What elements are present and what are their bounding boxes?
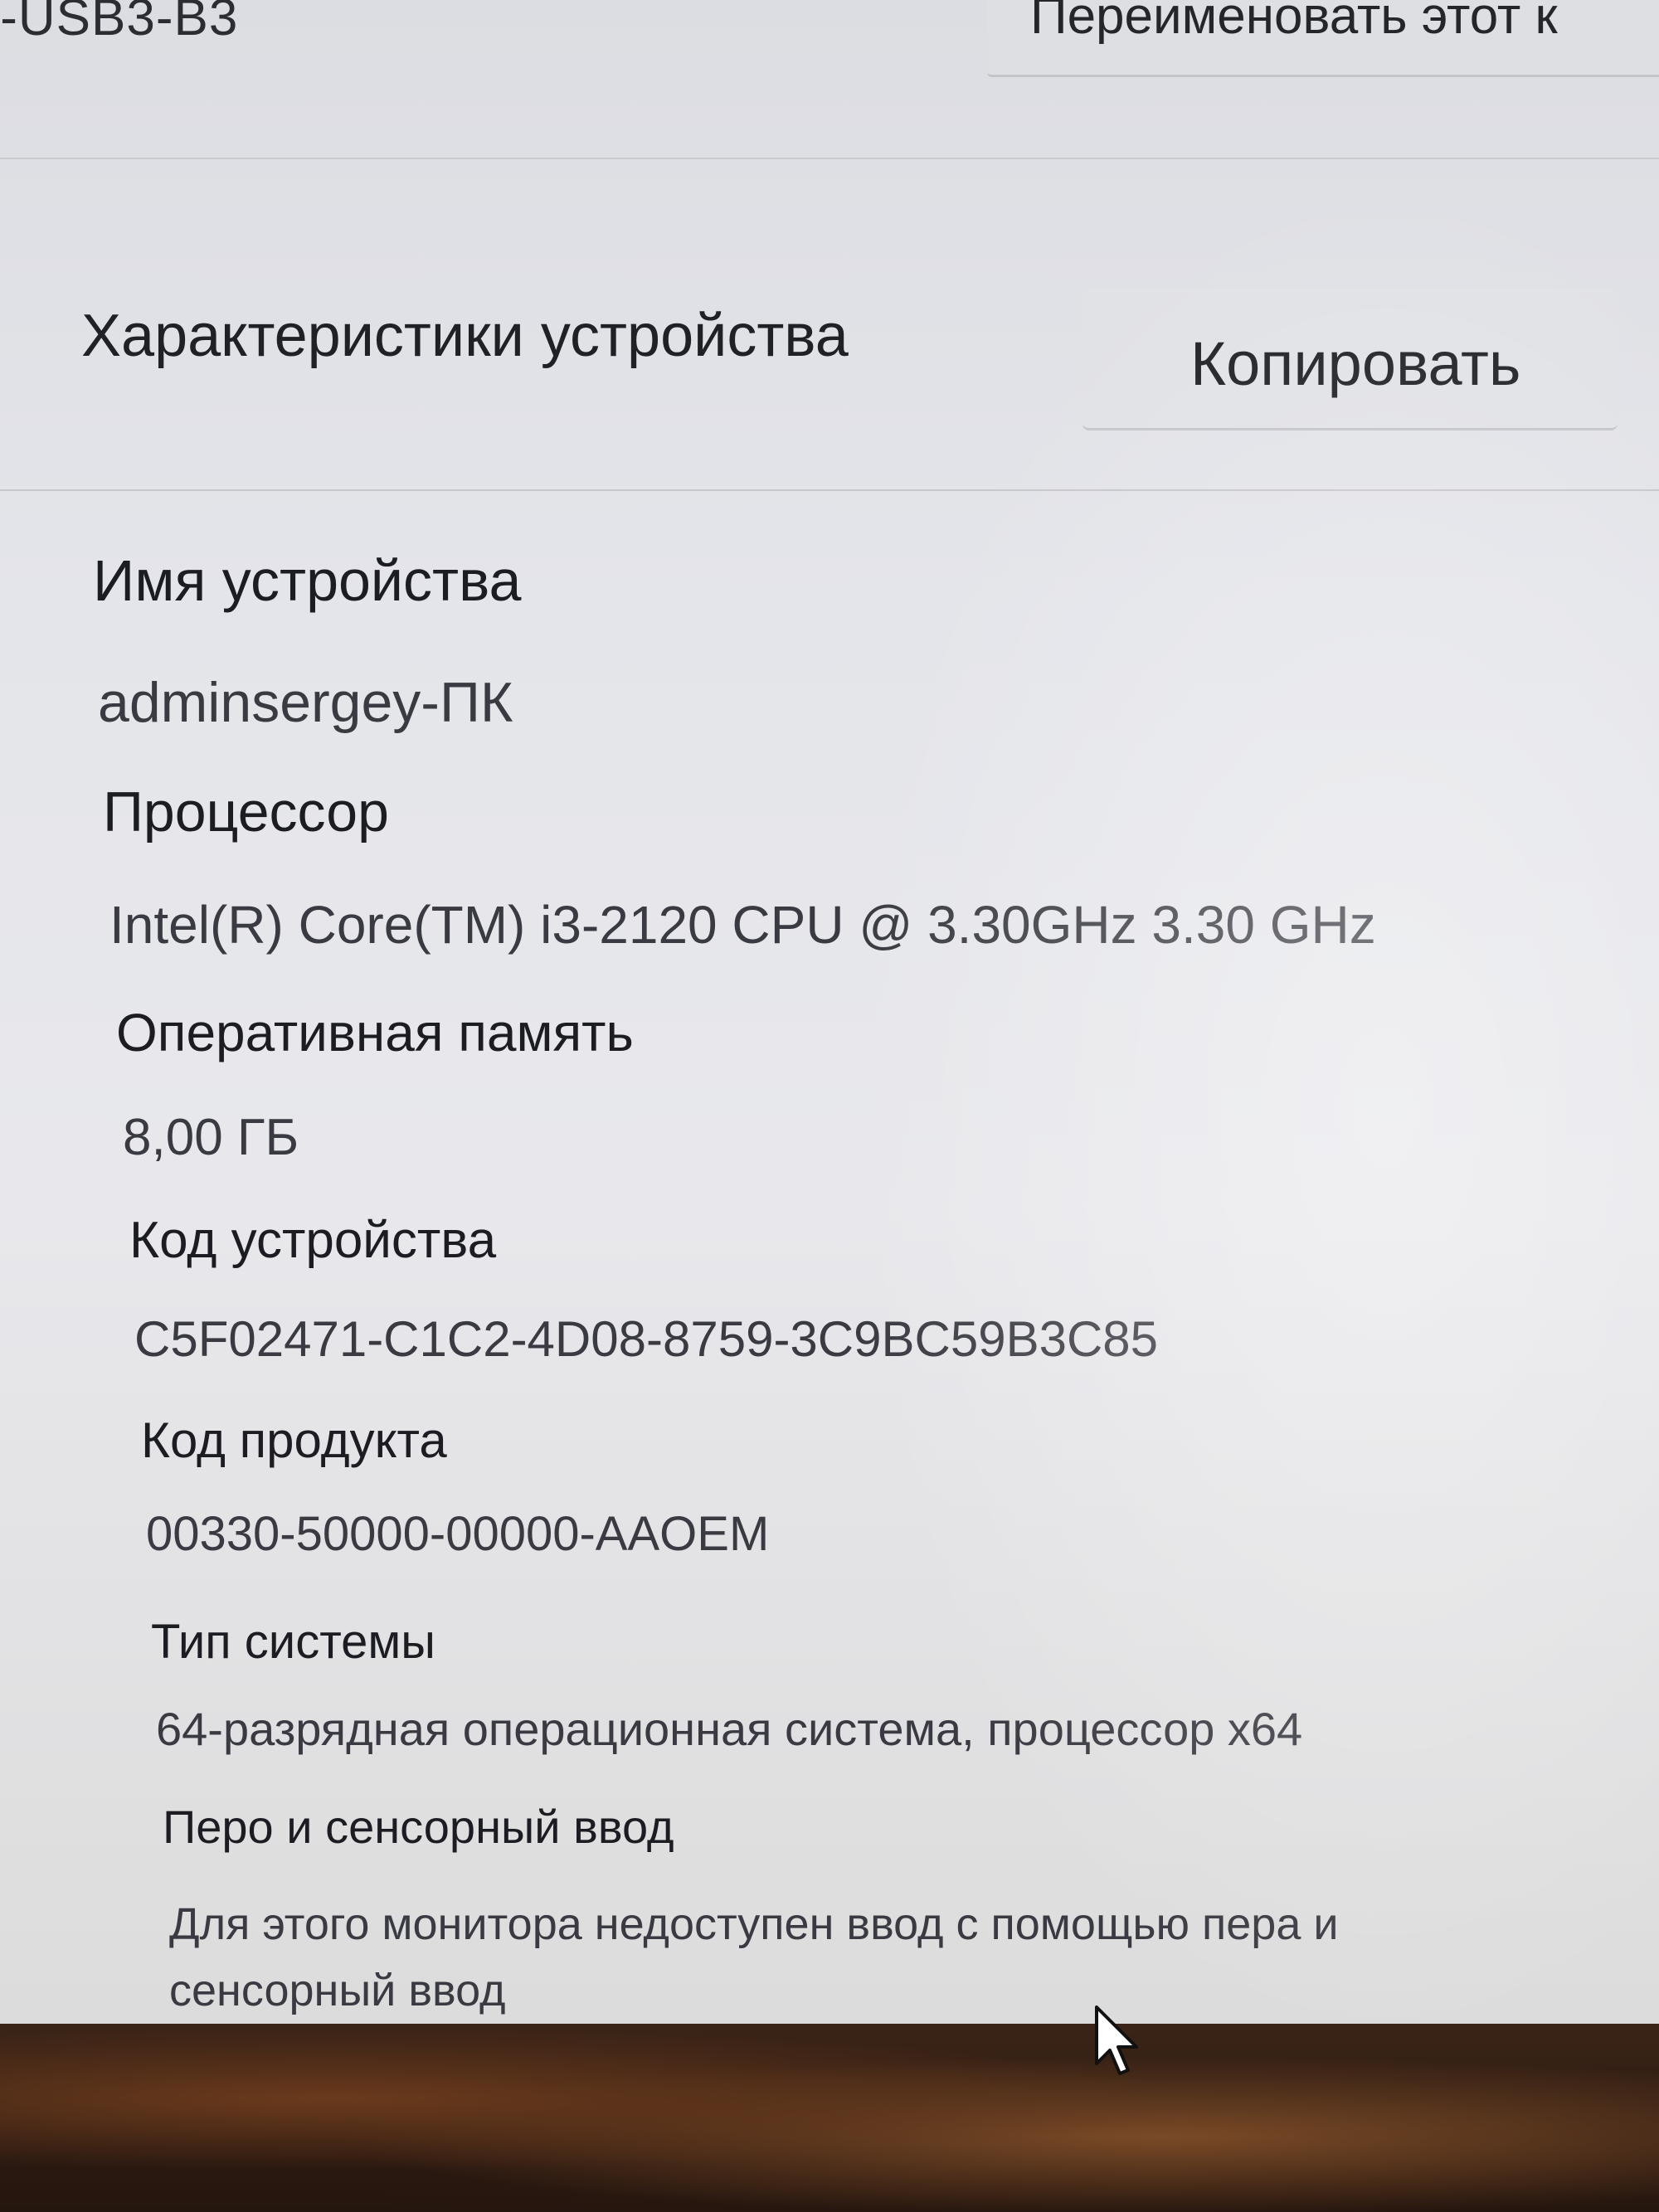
device-name-header: I-USB3-B3 Переименовать этот к xyxy=(0,0,1659,159)
pen-touch-label: Перо и сенсорный ввод xyxy=(163,1801,674,1853)
rename-pc-button-label: Переименовать этот к xyxy=(1030,0,1558,45)
device-name-label: Имя устройства xyxy=(93,548,522,613)
system-type-value: 64-разрядная операционная система, проце… xyxy=(156,1703,1303,1755)
section-title: Характеристики устройства xyxy=(81,303,849,369)
processor-label: Процессор xyxy=(103,780,389,843)
settings-window: I-USB3-B3 Переименовать этот к Характери… xyxy=(0,0,1659,2024)
device-specifications-header: Характеристики устройства Копировать xyxy=(0,249,1659,491)
ram-label: Оперативная память xyxy=(116,1003,634,1062)
pen-touch-value: Для этого монитора недоступен ввод с пом… xyxy=(169,1899,1339,2015)
device-id-label: Код устройства xyxy=(129,1212,497,1269)
copy-button[interactable]: Копировать xyxy=(1082,289,1618,430)
ram-value: 8,00 ГБ xyxy=(123,1109,299,1166)
background-surface xyxy=(0,2024,1659,2212)
processor-value: Intel(R) Core(TM) i3-2120 CPU @ 3.30GHz … xyxy=(109,895,1376,955)
device-id-value: C5F02471-C1C2-4D08-8759-3C9BC59B3C85 xyxy=(134,1311,1159,1367)
rename-pc-button[interactable]: Переименовать этот к xyxy=(987,0,1659,77)
device-title-partial: I-USB3-B3 xyxy=(0,0,239,46)
product-id-label: Код продукта xyxy=(141,1412,447,1468)
mouse-pointer-icon xyxy=(1095,2005,1138,2075)
copy-button-label: Копировать xyxy=(1190,329,1521,398)
system-type-label: Тип системы xyxy=(151,1615,435,1669)
product-id-value: 00330-50000-00000-AAOEM xyxy=(146,1507,770,1561)
device-name-value: adminsergey-ПК xyxy=(98,671,513,734)
